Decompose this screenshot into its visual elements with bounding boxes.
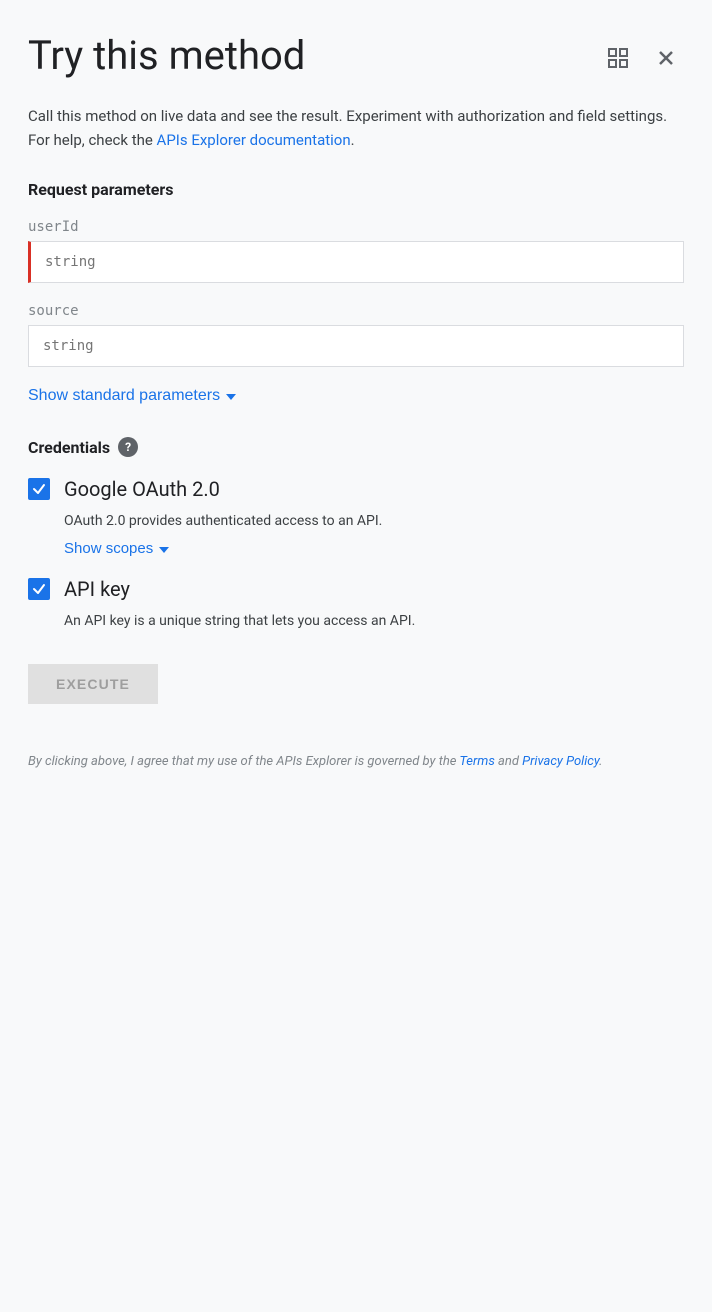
oauth-name: Google OAuth 2.0	[64, 477, 220, 501]
request-parameters-section: Request parameters userId source Show st…	[28, 180, 684, 405]
apikey-credential-header: API key	[28, 577, 684, 601]
close-button[interactable]	[648, 40, 684, 76]
apikey-name: API key	[64, 577, 130, 601]
oauth-description: OAuth 2.0 provides authenticated access …	[64, 511, 684, 532]
userid-field-group: userId	[28, 219, 684, 283]
panel-header: Try this method	[28, 32, 684, 80]
userid-label: userId	[28, 219, 684, 235]
source-field-group: source	[28, 303, 684, 367]
scopes-chevron-down-icon	[159, 547, 169, 553]
chevron-down-icon	[226, 394, 236, 400]
try-this-method-panel: Try this method Call this method on live…	[0, 0, 712, 1312]
show-standard-params-button[interactable]: Show standard parameters	[28, 387, 236, 405]
header-icons	[600, 32, 684, 76]
show-scopes-button[interactable]: Show scopes	[64, 540, 169, 557]
oauth-credential-header: Google OAuth 2.0	[28, 477, 684, 501]
privacy-policy-link[interactable]: Privacy Policy	[522, 754, 599, 769]
credentials-help-icon[interactable]: ?	[118, 437, 138, 457]
source-input[interactable]	[28, 325, 684, 367]
panel-description: Call this method on live data and see th…	[28, 104, 684, 152]
credentials-header: Credentials ?	[28, 437, 684, 457]
credentials-section: Credentials ? Google OAuth 2.0 OAuth 2.0…	[28, 437, 684, 632]
execute-button[interactable]: EXECUTE	[28, 664, 158, 704]
terms-text: By clicking above, I agree that my use o…	[28, 752, 684, 773]
execute-section: EXECUTE	[28, 664, 684, 728]
apikey-description: An API key is a unique string that lets …	[64, 611, 684, 632]
apikey-credential-item: API key An API key is a unique string th…	[28, 577, 684, 632]
credentials-title: Credentials	[28, 438, 110, 457]
panel-title: Try this method	[28, 32, 600, 80]
apikey-checkbox[interactable]	[28, 578, 50, 600]
expand-button[interactable]	[600, 40, 636, 76]
terms-link[interactable]: Terms	[459, 754, 494, 769]
source-label: source	[28, 303, 684, 319]
oauth-checkbox[interactable]	[28, 478, 50, 500]
oauth-credential-item: Google OAuth 2.0 OAuth 2.0 provides auth…	[28, 477, 684, 557]
apis-explorer-link[interactable]: APIs Explorer documentation	[157, 131, 351, 149]
userid-input[interactable]	[28, 241, 684, 283]
request-parameters-title: Request parameters	[28, 180, 684, 199]
